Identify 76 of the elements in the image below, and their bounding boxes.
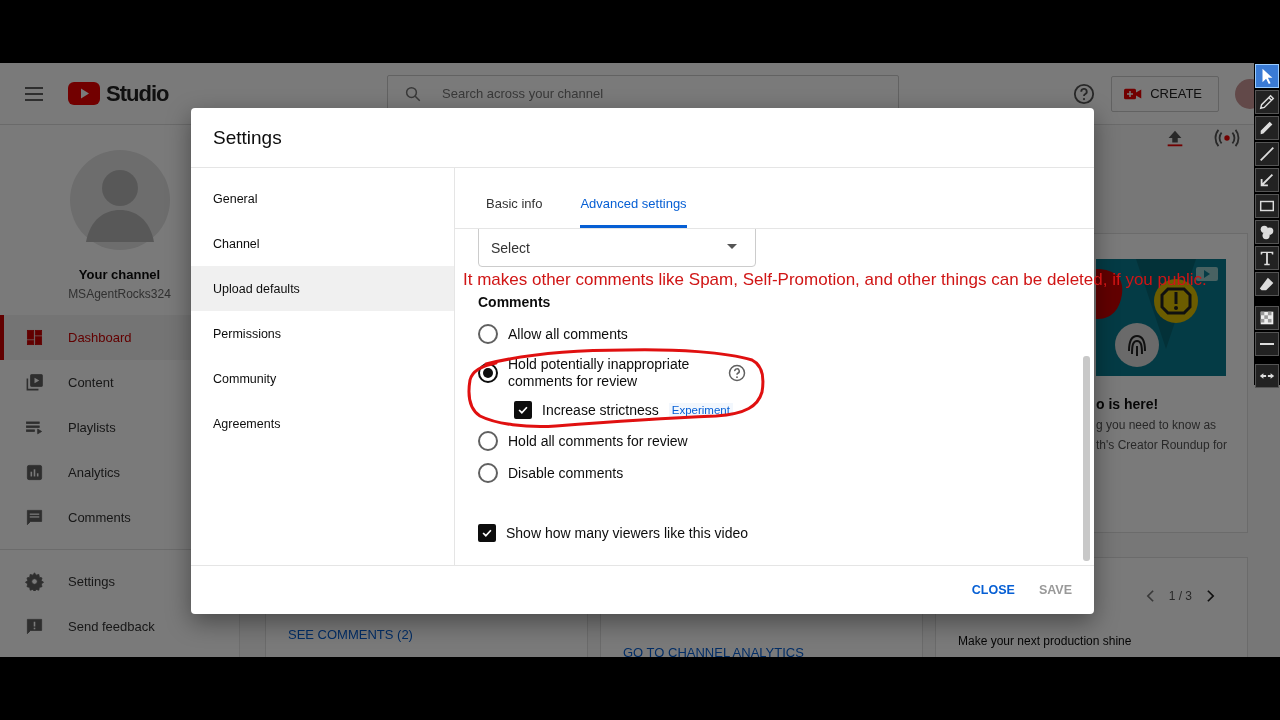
sidebar-item[interactable]: Send feedback xyxy=(0,604,239,649)
dialog-title: Settings xyxy=(213,126,282,149)
live-broadcast-icon[interactable] xyxy=(1214,129,1240,147)
numbered-circles-icon xyxy=(1258,223,1276,241)
channel-label: Your channel xyxy=(78,267,161,282)
sidebar-item[interactable]: Settings xyxy=(0,559,239,604)
see-comments-link[interactable]: SEE COMMENTS (2) xyxy=(288,627,413,642)
news-heading: o is here! xyxy=(1096,396,1160,412)
chevron-right-icon[interactable] xyxy=(1206,589,1215,603)
play-logo-icon xyxy=(68,82,100,105)
caret-icon xyxy=(727,244,737,249)
tool-button[interactable] xyxy=(1255,364,1279,388)
checkerboard-icon xyxy=(1258,309,1276,327)
dialog-button[interactable]: CLOSE xyxy=(963,575,1023,605)
sidebar-item[interactable]: Comments xyxy=(0,495,239,540)
speech-bubble-icon xyxy=(25,508,44,527)
create-button[interactable]: CREATE xyxy=(1111,75,1219,112)
logo-text: Studio xyxy=(106,80,169,107)
tab[interactable]: Advanced settings xyxy=(580,168,687,228)
experiment-badge: Experiment xyxy=(668,403,733,417)
help-icon[interactable] xyxy=(728,364,746,382)
video-stack-icon xyxy=(25,373,44,392)
option-label: Disable comments xyxy=(508,464,624,482)
settings-nav-item[interactable]: Agreements xyxy=(191,401,454,446)
news-text: th's Creator Roundup for xyxy=(1096,438,1227,452)
list-icon xyxy=(25,418,44,437)
search-icon xyxy=(404,84,422,103)
tool-button[interactable] xyxy=(1255,116,1279,140)
line-icon xyxy=(1258,145,1276,163)
menu-icon[interactable] xyxy=(25,86,43,101)
arrow-icon xyxy=(1258,171,1276,189)
dashboard-icon xyxy=(25,328,44,347)
sidebar-item[interactable]: Analytics xyxy=(0,450,239,495)
search-input[interactable]: Search across your channel xyxy=(440,85,844,102)
scrollbar[interactable] xyxy=(1083,356,1090,561)
radio-button[interactable] xyxy=(478,363,498,383)
checkbox[interactable] xyxy=(514,401,532,419)
card-title: Make your next production shine xyxy=(958,634,1133,648)
help-icon[interactable] xyxy=(1073,82,1096,105)
settings-nav-item[interactable]: Upload defaults xyxy=(191,266,454,311)
section-heading: Comments xyxy=(478,294,552,310)
checkbox[interactable] xyxy=(478,524,496,542)
text-tool-icon xyxy=(1258,249,1276,267)
settings-nav-item[interactable]: Channel xyxy=(191,221,454,266)
eraser-icon xyxy=(1258,275,1276,293)
radio-button[interactable] xyxy=(478,324,498,344)
tool-button[interactable] xyxy=(1255,332,1279,356)
settings-nav-item[interactable]: General xyxy=(191,176,454,221)
settings-icon xyxy=(25,572,44,591)
tab[interactable]: Basic info xyxy=(486,168,543,228)
tool-button[interactable] xyxy=(1255,142,1279,166)
line-width-icon xyxy=(1260,343,1274,345)
feedback-icon xyxy=(25,617,44,636)
option-label: Hold potentially inappropriate comments for review xyxy=(508,356,691,390)
tool-button[interactable] xyxy=(1255,246,1279,270)
camera-icon xyxy=(1124,87,1143,100)
channel-analytics-link[interactable]: GO TO CHANNEL ANALYTICS xyxy=(623,645,804,657)
bar-chart-icon xyxy=(25,463,44,482)
tool-button[interactable] xyxy=(1255,306,1279,330)
news-text: g you need to know as xyxy=(1096,418,1218,432)
tool-button[interactable] xyxy=(1255,194,1279,218)
language-select[interactable]: Select xyxy=(478,229,756,267)
tool-button[interactable] xyxy=(1255,272,1279,296)
checkbox-label: Increase strictness xyxy=(542,402,659,418)
page-counter: 1 / 3 xyxy=(1168,589,1192,603)
option-label: Hold all comments for review xyxy=(508,432,688,450)
radio-button[interactable] xyxy=(478,431,498,451)
tool-button[interactable] xyxy=(1255,220,1279,244)
channel-name: MSAgentRocks324 xyxy=(68,287,171,301)
option-label: Allow all comments xyxy=(508,325,628,343)
chevron-left-icon[interactable] xyxy=(1145,589,1155,603)
tool-button[interactable] xyxy=(1255,90,1279,114)
pencil-icon xyxy=(1258,93,1276,111)
radio-button[interactable] xyxy=(478,463,498,483)
tool-button[interactable] xyxy=(1255,168,1279,192)
checkbox-label: Show how many viewers like this video xyxy=(506,524,748,542)
